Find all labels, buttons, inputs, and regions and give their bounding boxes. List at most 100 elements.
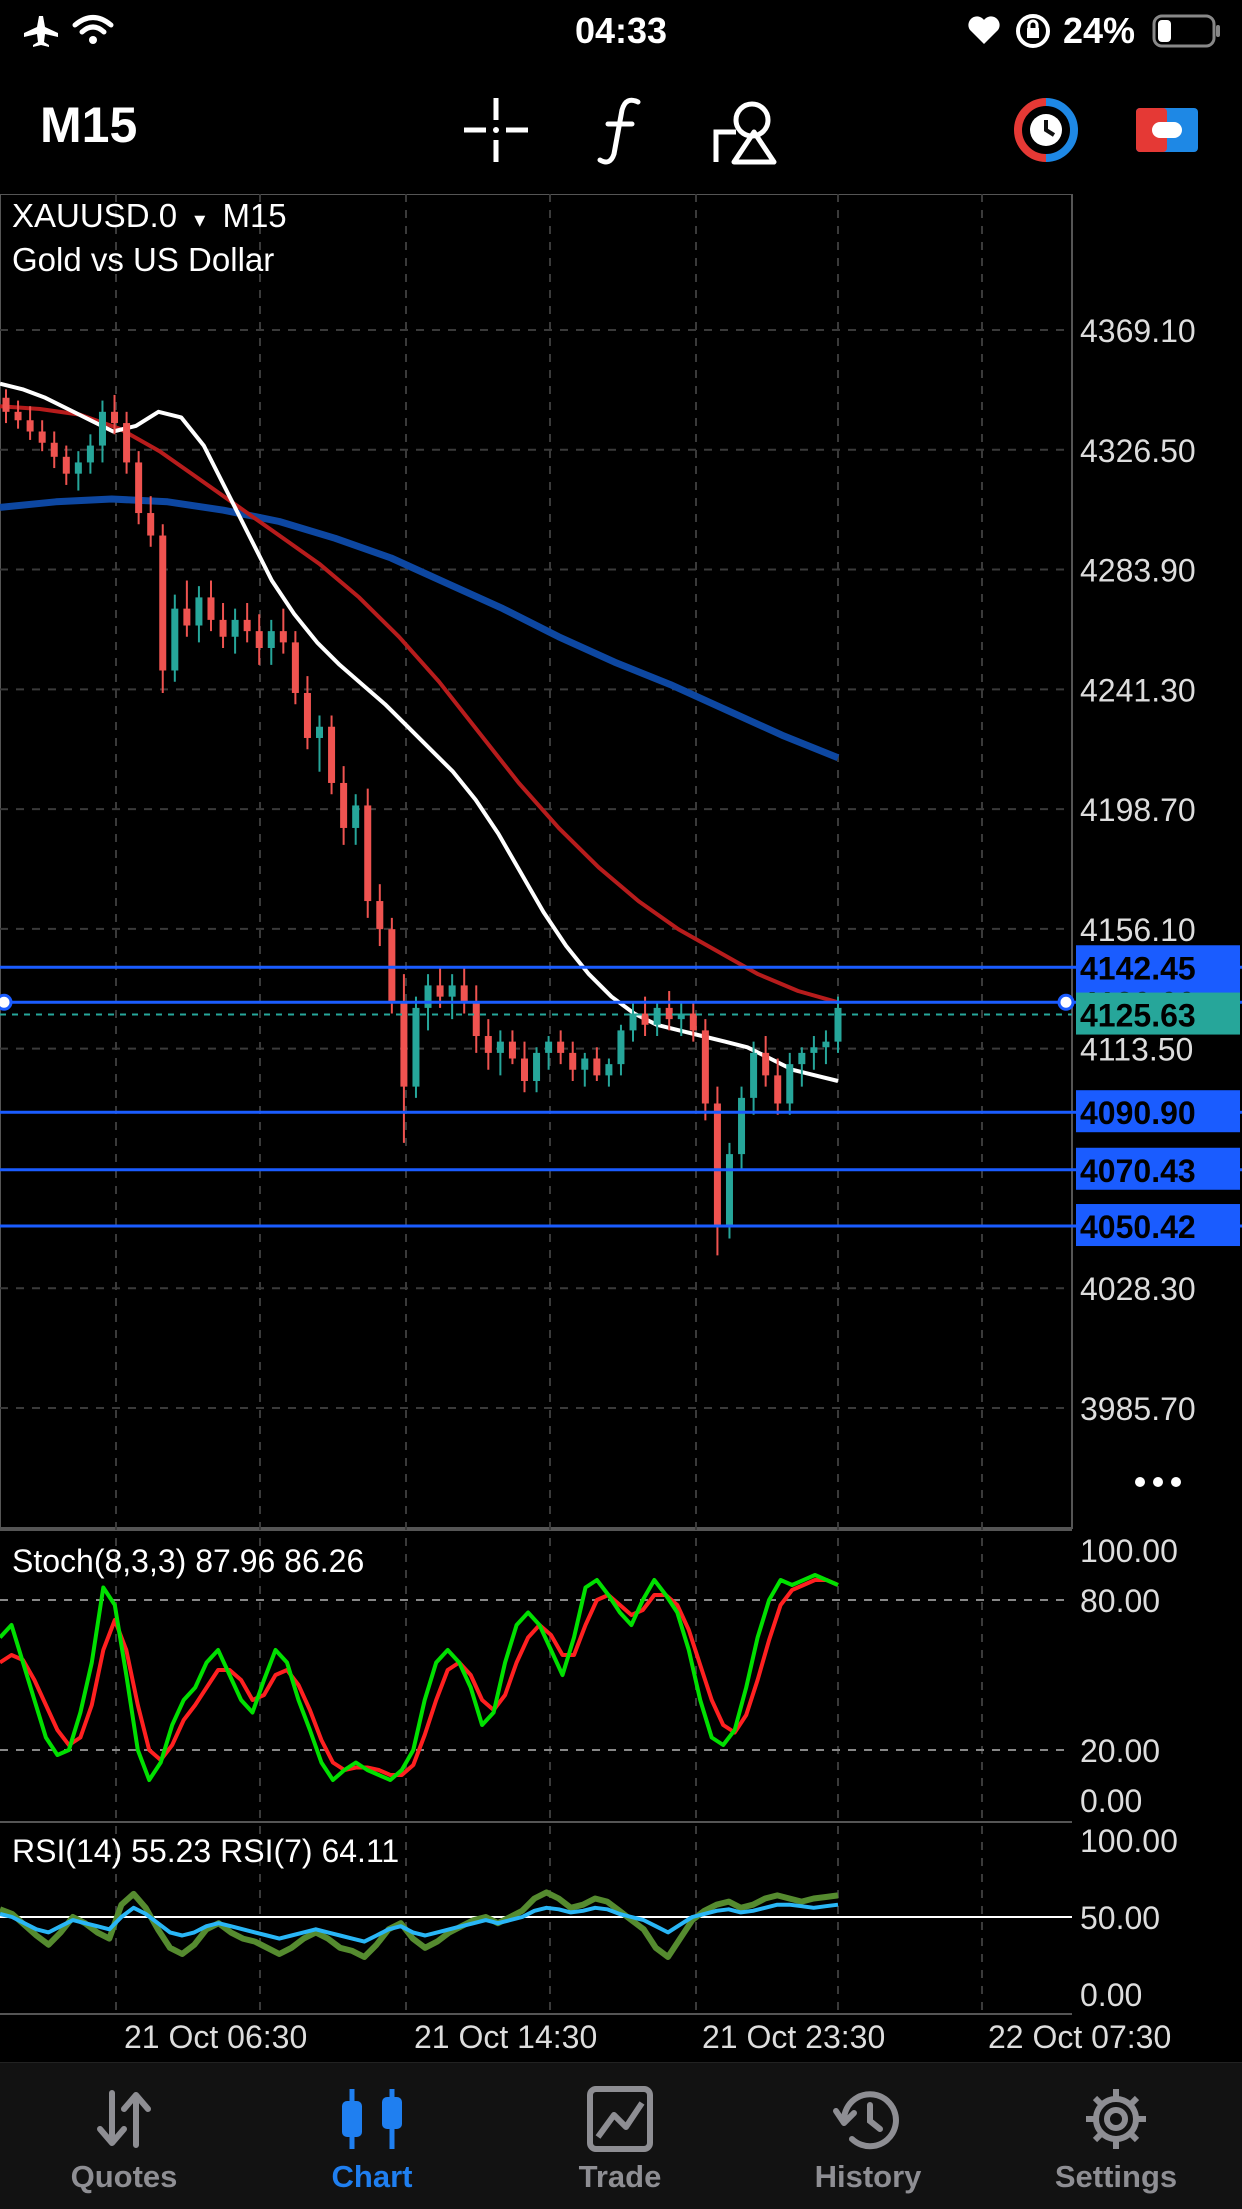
candle-body bbox=[472, 1002, 480, 1037]
candle-body bbox=[123, 423, 131, 463]
candle-body bbox=[810, 1047, 818, 1053]
symbol-period: M15 bbox=[222, 197, 286, 234]
chart-toolbar: M15 bbox=[0, 62, 1242, 194]
chart-svg[interactable]: 4142.454130.004090.904070.434050.424125.… bbox=[0, 193, 1242, 2060]
function-icon bbox=[597, 97, 641, 165]
chart-symbol[interactable]: XAUUSD.0 ▾ M15 bbox=[12, 197, 287, 234]
one-click-trading-icon bbox=[1014, 98, 1078, 162]
bid-label: 4125.63 bbox=[1080, 998, 1196, 1034]
price-level-label: 4090.90 bbox=[1080, 1095, 1196, 1131]
candle-body bbox=[605, 1064, 613, 1076]
one-click-trading-button[interactable] bbox=[1004, 92, 1088, 168]
ma-slow-line bbox=[0, 495, 840, 761]
candle-body bbox=[159, 535, 167, 671]
candle-body bbox=[111, 411, 119, 424]
objects-icon bbox=[713, 101, 777, 165]
candle-body bbox=[243, 619, 251, 632]
ellipsis-icon[interactable] bbox=[1135, 1477, 1181, 1487]
tab-history-label: History bbox=[814, 2159, 922, 2194]
candle-body bbox=[460, 985, 468, 1003]
candle-body bbox=[26, 420, 34, 432]
tab-trade[interactable]: Trade bbox=[496, 2063, 744, 2209]
trade-toggle-button[interactable] bbox=[1134, 92, 1200, 168]
candle-body bbox=[689, 1013, 697, 1031]
candle-body bbox=[798, 1052, 806, 1065]
candle-body bbox=[508, 1041, 516, 1059]
candle-body bbox=[195, 597, 203, 626]
candle-body bbox=[340, 782, 348, 828]
candle-body bbox=[86, 445, 94, 463]
settings-gear-icon bbox=[1086, 2089, 1146, 2149]
tab-settings[interactable]: Settings bbox=[992, 2063, 1240, 2209]
price-axis-label: 4283.90 bbox=[1080, 553, 1196, 589]
candle-body bbox=[762, 1052, 770, 1076]
tab-chart[interactable]: Chart bbox=[248, 2063, 496, 2209]
price-level-label: 4070.43 bbox=[1080, 1153, 1196, 1189]
candle-body bbox=[62, 456, 70, 474]
candle-body bbox=[677, 1013, 685, 1020]
candle-body bbox=[231, 619, 239, 637]
tab-trade-label: Trade bbox=[578, 2159, 662, 2194]
candle-body bbox=[725, 1154, 733, 1228]
price-axis-label: 4369.10 bbox=[1080, 313, 1196, 349]
symbol-name: XAUUSD.0 bbox=[12, 197, 177, 234]
candle-body bbox=[484, 1036, 492, 1053]
candle-body bbox=[98, 411, 106, 446]
candle-body bbox=[641, 1013, 649, 1025]
candle-body bbox=[448, 985, 456, 997]
toggle-icon bbox=[1136, 108, 1198, 152]
candle-body bbox=[713, 1103, 721, 1228]
time-axis-label: 21 Oct 14:30 bbox=[414, 2019, 597, 2055]
candle-body bbox=[316, 726, 324, 738]
candle-body bbox=[569, 1052, 577, 1070]
candle-body bbox=[2, 397, 10, 412]
candle-body bbox=[557, 1041, 565, 1053]
trade-chart-icon bbox=[587, 2086, 653, 2152]
tab-bar: Quotes Chart Trade History Settings bbox=[0, 2062, 1242, 2209]
candle-body bbox=[581, 1058, 589, 1070]
price-axis-label: 4241.30 bbox=[1080, 672, 1196, 708]
timeframe-selector[interactable]: M15 bbox=[40, 96, 137, 154]
candle-body bbox=[328, 726, 336, 783]
price-axis-label: 4198.70 bbox=[1080, 792, 1196, 828]
price-axis-label: 4326.50 bbox=[1080, 433, 1196, 469]
candle-body bbox=[545, 1041, 553, 1053]
chart-area[interactable]: 4142.454130.004090.904070.434050.424125.… bbox=[0, 193, 1242, 2060]
candle-body bbox=[424, 985, 432, 1008]
candle-body bbox=[279, 631, 287, 643]
stoch-label: Stoch(8,3,3) 87.96 86.26 bbox=[12, 1543, 364, 1579]
tab-settings-label: Settings bbox=[1054, 2159, 1178, 2194]
stoch-axis-label: 100.00 bbox=[1080, 1533, 1178, 1569]
candle-body bbox=[701, 1030, 709, 1104]
indicators-button[interactable] bbox=[582, 92, 662, 168]
tab-quotes-label: Quotes bbox=[70, 2159, 178, 2194]
candle-body bbox=[352, 805, 360, 828]
crosshair-button[interactable] bbox=[456, 92, 536, 168]
candle-body bbox=[653, 1007, 661, 1025]
tab-history[interactable]: History bbox=[744, 2063, 992, 2209]
rsi-axis-label: 50.00 bbox=[1080, 1900, 1160, 1936]
candle-body bbox=[74, 462, 82, 474]
candle-body bbox=[255, 631, 263, 649]
candle-body bbox=[267, 631, 275, 649]
rsi-label: RSI(14) 55.23 RSI(7) 64.11 bbox=[12, 1833, 399, 1869]
rsi-axis-label: 0.00 bbox=[1080, 1977, 1142, 2013]
level-handle-left bbox=[0, 993, 13, 1011]
objects-button[interactable] bbox=[706, 92, 786, 168]
rsi14-line bbox=[0, 1902, 839, 1944]
quotes-arrows-icon bbox=[97, 2090, 151, 2148]
battery-percent: 24% bbox=[1063, 10, 1136, 51]
price-level-label: 4050.42 bbox=[1080, 1209, 1196, 1245]
candle-body bbox=[822, 1041, 830, 1048]
symbol-dropdown-icon: ▾ bbox=[194, 207, 205, 232]
candle-body bbox=[207, 597, 215, 620]
main-pane-frame bbox=[0, 193, 1073, 1529]
candle-body bbox=[533, 1052, 541, 1082]
candle-body bbox=[135, 462, 143, 514]
candle-body bbox=[412, 1007, 420, 1087]
time-axis-label: 22 Oct 07:30 bbox=[988, 2019, 1171, 2055]
candle-body bbox=[171, 608, 179, 671]
battery-icon bbox=[1152, 14, 1220, 48]
tab-quotes[interactable]: Quotes bbox=[0, 2063, 248, 2209]
candle-body bbox=[738, 1097, 746, 1155]
